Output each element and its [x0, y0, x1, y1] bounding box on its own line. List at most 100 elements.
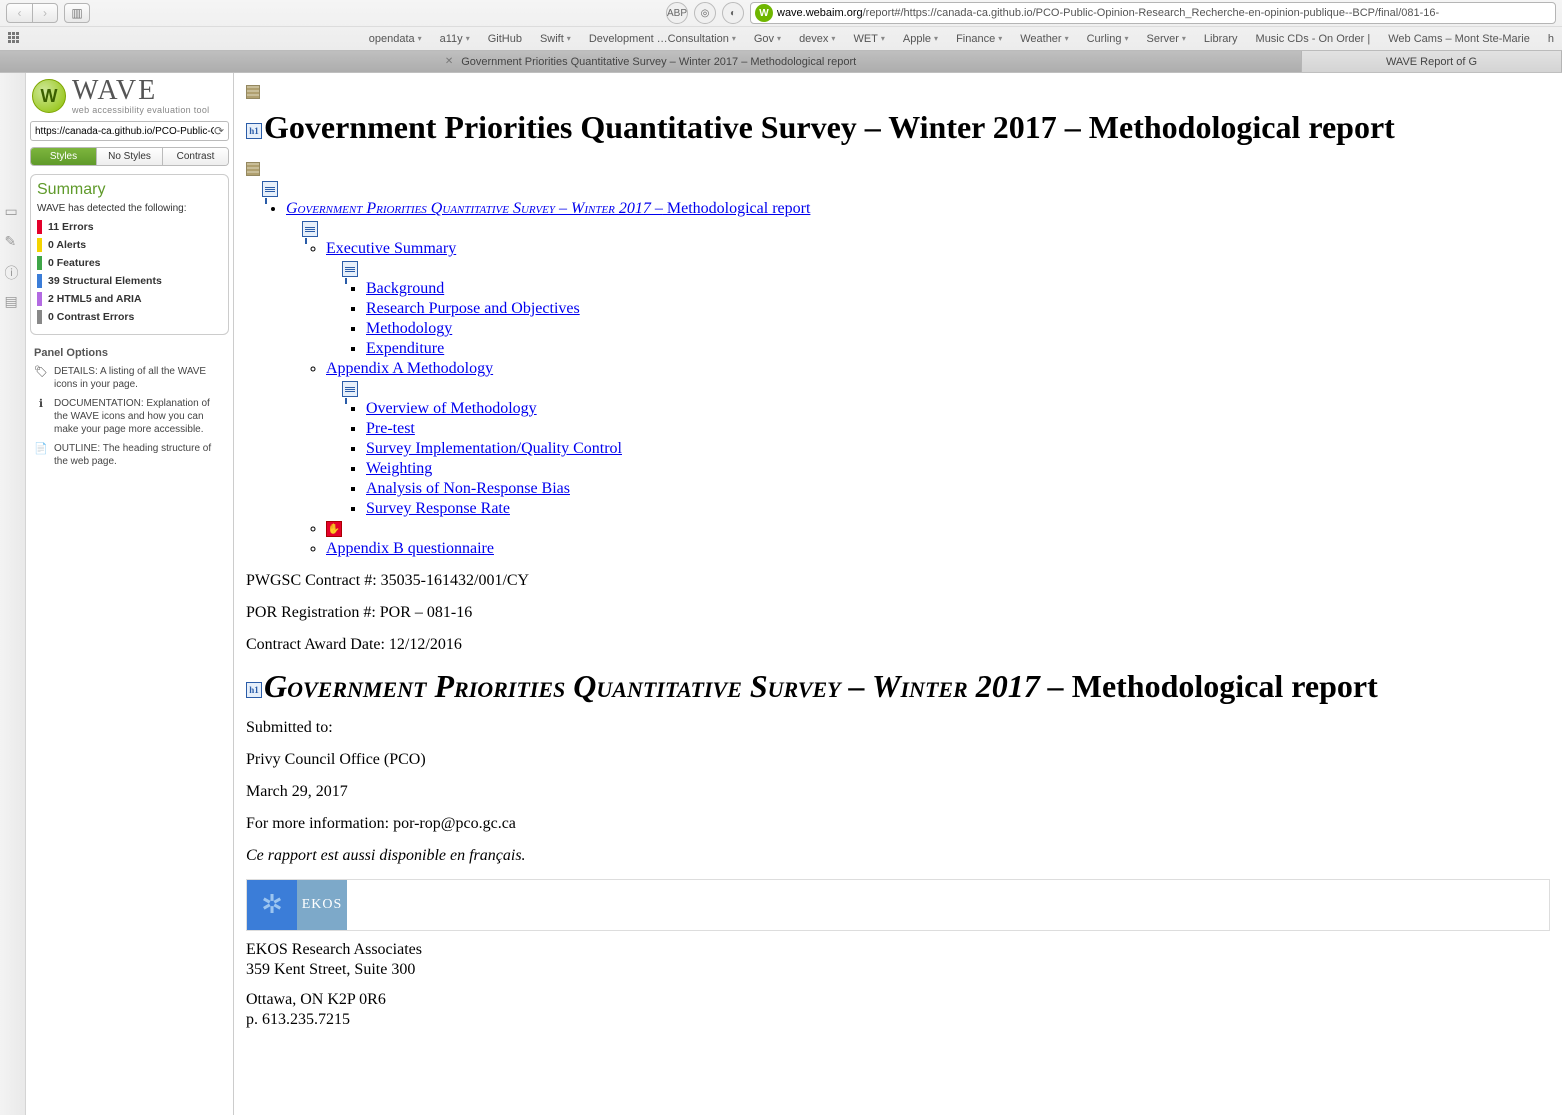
- sidebar-toggle-button[interactable]: ▥: [64, 3, 90, 23]
- por-registration: POR Registration #: POR – 081-16: [246, 604, 1550, 622]
- close-icon[interactable]: ✕: [445, 56, 453, 67]
- h1-icon: h1: [246, 123, 262, 139]
- apps-icon[interactable]: [8, 32, 22, 46]
- summary-row[interactable]: 11 Errors: [37, 220, 222, 234]
- wave-brand: WAVE: [72, 77, 209, 105]
- bookmark-item[interactable]: Development …Consultation ▾: [589, 33, 736, 45]
- bookmark-item[interactable]: h: [1548, 33, 1554, 45]
- list-icon: [342, 381, 358, 397]
- toc-appendix-b[interactable]: Appendix B questionnaire: [326, 540, 494, 557]
- toc-exec-summary[interactable]: Executive Summary: [326, 240, 456, 257]
- wave-tagline: web accessibility evaluation tool: [72, 105, 209, 115]
- extension-icon-2[interactable]: ◐: [722, 2, 744, 24]
- toc-root-link[interactable]: Government Priorities Quantitative Surve…: [286, 200, 810, 217]
- toc-link[interactable]: Expenditure: [366, 340, 444, 357]
- outline-icon[interactable]: ▤: [5, 293, 21, 309]
- tab-no-styles[interactable]: No Styles: [97, 148, 163, 165]
- pco-line: Privy Council Office (PCO): [246, 751, 1550, 769]
- tab-styles[interactable]: Styles: [31, 148, 97, 165]
- company-name: EKOS Research Associates: [246, 941, 1550, 959]
- summary-row[interactable]: 0 Alerts: [37, 238, 222, 252]
- bookmark-item[interactable]: Web Cams – Mont Ste-Marie: [1388, 33, 1530, 45]
- h1-icon: h1: [246, 682, 262, 698]
- bookmark-item[interactable]: WET ▾: [853, 33, 884, 45]
- summary-title: Summary: [37, 181, 222, 199]
- toc-link[interactable]: Analysis of Non-Response Bias: [366, 480, 570, 497]
- company-city: Ottawa, ON K2P 0R6: [246, 991, 1550, 1009]
- panel-option[interactable]: ℹDOCUMENTATION: Explanation of the WAVE …: [34, 397, 225, 436]
- award-date: Contract Award Date: 12/12/2016: [246, 636, 1550, 654]
- url-host: wave.webaim.org: [777, 7, 863, 19]
- bookmark-item[interactable]: Gov ▾: [754, 33, 781, 45]
- bookmarks-bar: opendata ▾ a11y ▾ GitHub Swift ▾ Development…: [0, 26, 1562, 50]
- bookmark-item[interactable]: Music CDs - On Order |: [1256, 33, 1371, 45]
- page-title-2: h1Government Priorities Quantitative Sur…: [246, 668, 1550, 705]
- panel-option[interactable]: 📄OUTLINE: The heading structure of the w…: [34, 442, 225, 468]
- forward-button[interactable]: ›: [32, 3, 58, 23]
- wave-region-icon: [246, 162, 260, 176]
- error-icon: ✋: [326, 521, 342, 537]
- browser-chrome: ‹ › ▥ ABP ◎ ◐ W wave.webaim.org/report#/…: [0, 0, 1562, 73]
- bookmark-item[interactable]: Apple ▾: [903, 33, 938, 45]
- summary-panel: Summary WAVE has detected the following:…: [30, 174, 229, 335]
- summary-subtitle: WAVE has detected the following:: [37, 203, 222, 214]
- refresh-icon[interactable]: ⟳: [214, 124, 224, 138]
- summary-row[interactable]: 0 Contrast Errors: [37, 310, 222, 324]
- doc-icon[interactable]: ▭: [5, 203, 21, 219]
- info-icon[interactable]: ⓘ: [5, 263, 21, 279]
- report-date: March 29, 2017: [246, 783, 1550, 801]
- panel-option[interactable]: 🏷DETAILS: A listing of all the WAVE icon…: [34, 365, 225, 391]
- toc-link[interactable]: Overview of Methodology: [366, 400, 537, 417]
- bookmark-item[interactable]: devex ▾: [799, 33, 835, 45]
- bookmark-item[interactable]: Curling ▾: [1087, 33, 1129, 45]
- toc-link[interactable]: Pre-test: [366, 420, 415, 437]
- toc-link[interactable]: Background: [366, 280, 444, 297]
- tab-title: WAVE Report of G: [1386, 56, 1477, 68]
- toc-appendix-a[interactable]: Appendix A Methodology: [326, 360, 493, 377]
- bookmark-item[interactable]: a11y ▾: [440, 33, 470, 45]
- tab-title: Government Priorities Quantitative Surve…: [461, 56, 856, 68]
- bookmark-item[interactable]: Server ▾: [1146, 33, 1185, 45]
- bookmark-item[interactable]: Finance ▾: [956, 33, 1002, 45]
- french-note: Ce rapport est aussi disponible en franç…: [246, 847, 1550, 865]
- abp-icon[interactable]: ABP: [666, 2, 688, 24]
- ekos-name: EKOS: [297, 880, 347, 930]
- tab-inactive[interactable]: WAVE Report of G: [1302, 51, 1562, 72]
- bookmark-item[interactable]: GitHub: [488, 33, 522, 45]
- sidebar-url-field[interactable]: ⟳: [30, 121, 229, 141]
- tab-strip: ✕ Government Priorities Quantitative Sur…: [0, 50, 1562, 72]
- report-content: h1 Government Priorities Quantitative Sur…: [234, 73, 1562, 1115]
- toc-link[interactable]: Methodology: [366, 320, 452, 337]
- tab-contrast[interactable]: Contrast: [163, 148, 228, 165]
- bookmark-item[interactable]: opendata ▾: [369, 33, 422, 45]
- tag-icon[interactable]: ✎: [5, 233, 21, 249]
- toc-link[interactable]: Survey Implementation/Quality Control: [366, 440, 622, 457]
- wave-logo-icon: W: [32, 79, 66, 113]
- tab-active[interactable]: ✕ Government Priorities Quantitative Sur…: [0, 51, 1302, 72]
- wave-region-icon: [246, 85, 260, 99]
- back-button[interactable]: ‹: [6, 3, 32, 23]
- contract-number: PWGSC Contract #: 35035-161432/001/CY: [246, 572, 1550, 590]
- url-path: /report#/https://canada-ca.github.io/PCO…: [863, 7, 1440, 19]
- company-phone: p. 613.235.7215: [246, 1011, 1550, 1029]
- summary-row[interactable]: 2 HTML5 and ARIA: [37, 292, 222, 306]
- toc-link[interactable]: Research Purpose and Objectives: [366, 300, 580, 317]
- list-icon: [262, 181, 278, 197]
- sidebar-tabs: Styles No Styles Contrast: [30, 147, 229, 166]
- wave-sidebar: W WAVE web accessibility evaluation tool…: [26, 73, 234, 1115]
- extension-icon[interactable]: ◎: [694, 2, 716, 24]
- toc-link[interactable]: Survey Response Rate: [366, 500, 510, 517]
- summary-row[interactable]: 39 Structural Elements: [37, 274, 222, 288]
- bookmark-item[interactable]: Library: [1204, 33, 1238, 45]
- left-rail: ▭ ✎ ⓘ ▤: [0, 73, 26, 1115]
- toc-link[interactable]: Weighting: [366, 460, 432, 477]
- sidebar-url-input[interactable]: [35, 126, 214, 137]
- bookmark-item[interactable]: Weather ▾: [1020, 33, 1068, 45]
- bookmark-item[interactable]: Swift ▾: [540, 33, 571, 45]
- more-info: For more information: por-rop@pco.gc.ca: [246, 815, 1550, 833]
- list-icon: [342, 261, 358, 277]
- url-bar[interactable]: W wave.webaim.org/report#/https://canada…: [750, 2, 1556, 24]
- toolbar: ‹ › ▥ ABP ◎ ◐ W wave.webaim.org/report#/…: [0, 0, 1562, 26]
- list-icon: [302, 221, 318, 237]
- summary-row[interactable]: 0 Features: [37, 256, 222, 270]
